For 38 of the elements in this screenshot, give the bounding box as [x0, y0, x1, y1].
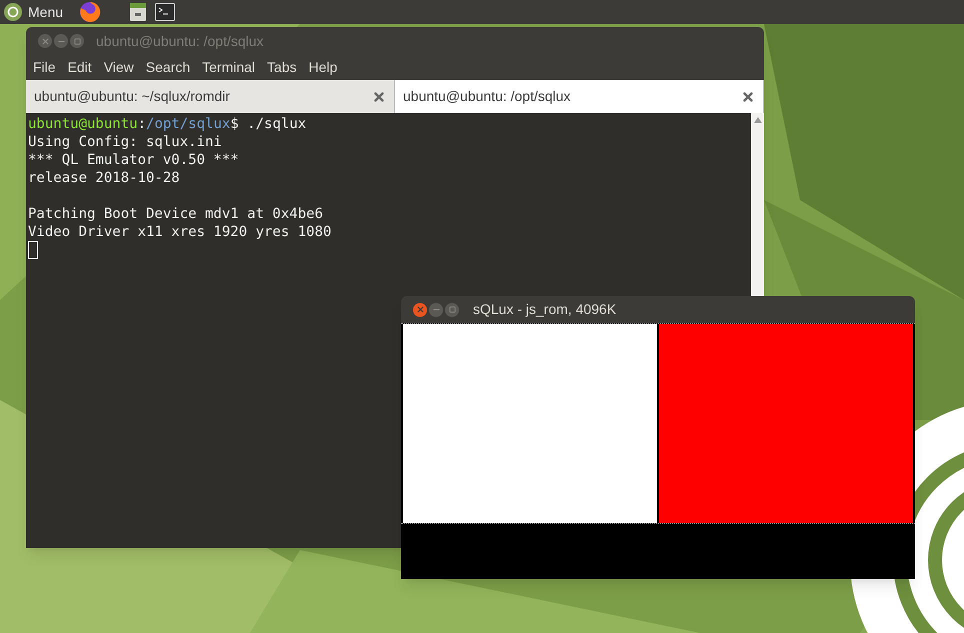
menu-item[interactable]: View [102, 57, 135, 78]
close-icon [416, 305, 424, 314]
terminal-icon[interactable] [155, 3, 176, 21]
menu-item[interactable]: Help [308, 57, 338, 78]
tab-label: ubuntu@ubuntu: ~/sqlux/romdir [34, 87, 230, 106]
minimize-button[interactable] [54, 34, 68, 48]
maximize-button[interactable] [70, 34, 84, 48]
menu-item[interactable]: Edit [66, 57, 93, 78]
close-icon [40, 36, 50, 46]
terminal-line: ubuntu@ubuntu:/opt/sqlux$ ./sqlux [28, 115, 308, 133]
tab[interactable]: ubuntu@ubuntu: ~/sqlux/romdir [26, 80, 395, 113]
tab-label: ubuntu@ubuntu: /opt/sqlux [403, 87, 571, 106]
terminal-line: *** QL Emulator v0.50 *** [28, 151, 240, 169]
menu-item[interactable]: Terminal [201, 57, 256, 78]
file-cabinet-icon[interactable] [129, 2, 148, 22]
menu-item[interactable]: File [32, 57, 57, 78]
close-icon[interactable] [372, 90, 386, 104]
window-title: ubuntu@ubuntu: /opt/sqlux [96, 32, 264, 51]
window-title: sQLux - js_rom, 4096K [473, 300, 616, 319]
maximize-icon [74, 38, 80, 44]
scroll-up-icon[interactable] [754, 117, 762, 123]
text-cursor [28, 241, 38, 259]
terminal-line: Video Driver x11 xres 1920 yres 1080 [28, 223, 332, 241]
menu-button[interactable]: Menu [4, 2, 64, 22]
close-button[interactable] [413, 302, 427, 316]
logo-icon [4, 3, 22, 21]
terminal-line: release 2018-10-28 [28, 169, 181, 187]
menu-item[interactable]: Tabs [266, 57, 298, 78]
close-icon[interactable] [741, 90, 755, 104]
menu-item[interactable]: Search [144, 57, 192, 78]
minimize-button[interactable] [429, 302, 443, 316]
maximize-button[interactable] [445, 302, 459, 316]
tab[interactable]: ubuntu@ubuntu: /opt/sqlux [395, 80, 764, 113]
close-button[interactable] [38, 34, 52, 48]
maximize-icon [448, 306, 456, 313]
browser-icon[interactable] [79, 1, 102, 23]
terminal-line: Using Config: sqlux.ini [28, 133, 223, 151]
terminal-line: Patching Boot Device mdv1 at 0x4be6 [28, 205, 324, 223]
